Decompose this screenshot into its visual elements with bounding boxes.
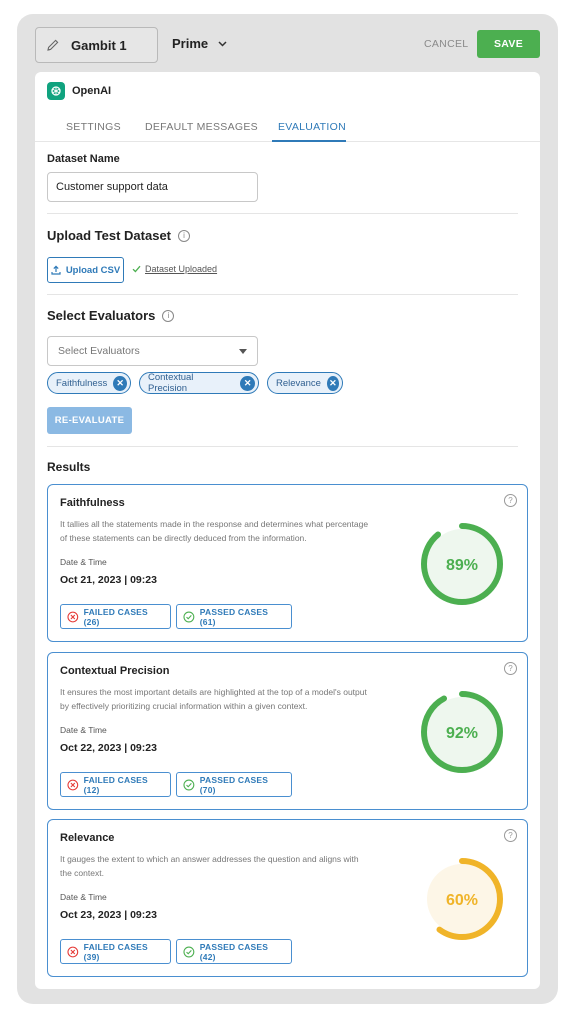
save-button[interactable]: SAVE (477, 30, 540, 58)
upload-status-text: Dataset Uploaded (145, 264, 218, 274)
check-icon (132, 265, 141, 273)
active-tab-indicator (272, 140, 346, 142)
upload-csv-label: Upload CSV (65, 264, 121, 276)
dataset-name-label: Dataset Name (47, 153, 120, 165)
score-value: 60% (446, 892, 478, 909)
failed-cases-button[interactable]: FAILED CASES (39) (60, 939, 171, 964)
score-gauge: 60% (421, 858, 503, 940)
remove-chip-icon[interactable]: ✕ (326, 375, 339, 391)
result-card-contextual-precision: Contextual Precision ? It ensures the mo… (47, 652, 528, 810)
result-card-relevance: Relevance ? It gauges the extent to whic… (47, 819, 528, 977)
date-time-label: Date & Time (60, 892, 107, 902)
tab-evaluation[interactable]: EVALUATION (278, 121, 346, 133)
upload-icon (51, 265, 61, 275)
chip-label: Relevance (276, 377, 321, 389)
score-gauge: 92% (421, 691, 503, 773)
passed-cases-button[interactable]: PASSED CASES (70) (176, 772, 292, 797)
date-time-label: Date & Time (60, 557, 107, 567)
help-icon[interactable]: ? (504, 494, 517, 507)
info-icon[interactable]: i (178, 229, 191, 242)
check-circle-icon (183, 779, 195, 790)
upload-title-text: Upload Test Dataset (47, 228, 172, 243)
editor-frame: Gambit 1 Prime CANCEL SAVE OpenAI SETTIN… (17, 14, 558, 1004)
chip-label: Contextual Precision (148, 372, 194, 394)
result-card-description: It gauges the extent to which an answer … (60, 852, 395, 880)
help-icon[interactable]: ? (504, 829, 517, 842)
description-line: It gauges the extent to which an answer … (60, 854, 359, 864)
evaluators-select-placeholder: Select Evaluators (58, 345, 140, 357)
help-icon[interactable]: ? (504, 662, 517, 675)
upload-status: Dataset Uploaded (132, 264, 217, 274)
check-circle-icon (183, 611, 195, 622)
passed-cases-label: PASSED CASES (42) (199, 941, 269, 962)
passed-cases-button[interactable]: PASSED CASES (42) (176, 939, 292, 964)
passed-cases-label: PASSED CASES (70) (199, 774, 269, 795)
divider (47, 213, 518, 214)
divider (47, 446, 518, 447)
error-circle-icon (67, 611, 79, 622)
evaluator-chip-faithfulness: Faithfulness ✕ (47, 372, 131, 394)
tab-settings[interactable]: SETTINGS (66, 121, 121, 133)
results-title: Results (47, 460, 91, 474)
provider-name: OpenAI (72, 85, 112, 97)
upload-section-title: Upload Test Dataset i (47, 228, 191, 243)
failed-cases-label: FAILED CASES (39) (83, 941, 148, 962)
openai-logo-icon (47, 82, 65, 100)
result-card-faithfulness: Faithfulness ? It tallies all the statem… (47, 484, 528, 642)
error-circle-icon (67, 946, 79, 957)
cancel-button[interactable]: CANCEL (424, 38, 468, 50)
evaluators-title-text: Select Evaluators (47, 308, 156, 323)
provider-header: OpenAI (47, 82, 111, 100)
tab-default-messages[interactable]: DEFAULT MESSAGES (145, 121, 258, 133)
info-icon[interactable]: i (162, 309, 175, 322)
re-evaluate-button[interactable]: RE-EVALUATE (47, 407, 132, 434)
result-card-title: Relevance (60, 832, 115, 844)
failed-cases-label: FAILED CASES (12) (83, 774, 148, 795)
config-panel: OpenAI SETTINGS DEFAULT MESSAGES EVALUAT… (35, 72, 540, 989)
passed-cases-label: PASSED CASES (61) (199, 606, 269, 627)
agent-name-text: Gambit 1 (71, 37, 127, 53)
dropdown-caret-icon (239, 349, 247, 354)
description-line: of these statements can be directly dedu… (60, 533, 307, 543)
failed-cases-label: FAILED CASES (26) (83, 606, 148, 627)
evaluators-section-title: Select Evaluators i (47, 308, 175, 323)
score-value: 92% (446, 725, 478, 742)
result-card-description: It tallies all the statements made in th… (60, 517, 395, 545)
result-date: Oct 21, 2023 | 09:23 (60, 574, 157, 586)
result-card-description: It ensures the most important details ar… (60, 685, 395, 713)
description-line: It tallies all the statements made in th… (60, 519, 369, 529)
chip-label: Faithfulness (56, 377, 108, 389)
remove-chip-icon[interactable]: ✕ (113, 375, 127, 391)
result-date: Oct 22, 2023 | 09:23 (60, 742, 157, 754)
check-circle-icon (183, 946, 195, 957)
failed-cases-button[interactable]: FAILED CASES (26) (60, 604, 171, 629)
result-card-title: Faithfulness (60, 497, 125, 509)
description-line: the context. (60, 868, 104, 878)
pencil-icon (47, 39, 59, 51)
evaluators-select[interactable]: Select Evaluators (47, 336, 258, 366)
result-card-title: Contextual Precision (60, 665, 170, 677)
description-line: It ensures the most important details ar… (60, 687, 367, 697)
remove-chip-icon[interactable]: ✕ (240, 375, 255, 391)
evaluator-chip-contextual-precision: Contextual Precision ✕ (139, 372, 259, 394)
top-bar: Gambit 1 Prime CANCEL SAVE (17, 14, 558, 72)
model-select-value: Prime (172, 36, 209, 51)
model-select[interactable]: Prime (172, 36, 227, 51)
description-line: by effectively prioritizing crucial info… (60, 701, 308, 711)
error-circle-icon (67, 779, 79, 790)
score-value: 89% (446, 557, 478, 574)
failed-cases-button[interactable]: FAILED CASES (12) (60, 772, 171, 797)
tab-bar: SETTINGS DEFAULT MESSAGES EVALUATION (35, 114, 540, 142)
date-time-label: Date & Time (60, 725, 107, 735)
agent-name-field[interactable]: Gambit 1 (35, 27, 158, 63)
upload-csv-button[interactable]: Upload CSV (47, 257, 124, 283)
chevron-down-icon (218, 40, 227, 47)
divider (47, 294, 518, 295)
result-date: Oct 23, 2023 | 09:23 (60, 909, 157, 921)
score-gauge: 89% (421, 523, 503, 605)
passed-cases-button[interactable]: PASSED CASES (61) (176, 604, 292, 629)
evaluator-chip-relevance: Relevance ✕ (267, 372, 343, 394)
dataset-name-input[interactable]: Customer support data (47, 172, 258, 202)
